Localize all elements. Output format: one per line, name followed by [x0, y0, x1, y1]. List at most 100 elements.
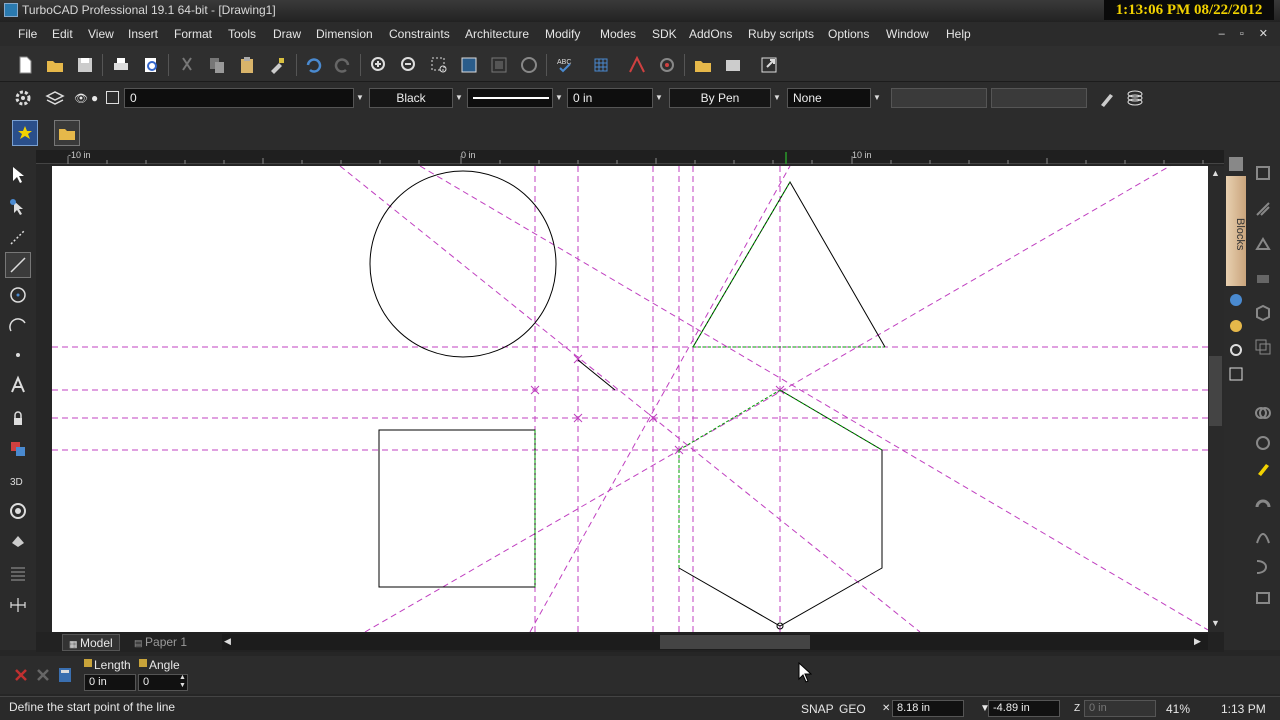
menu-draw[interactable]: Draw [273, 27, 301, 41]
horizontal-scroll-thumb[interactable] [660, 635, 810, 649]
tab-model[interactable]: ▦ Model [62, 634, 120, 651]
pen-select[interactable]: By Pen [669, 88, 771, 108]
line-width-select[interactable]: 0 in [567, 88, 653, 108]
cut-icon[interactable] [174, 52, 200, 78]
array-tool-icon[interactable] [5, 560, 31, 586]
right-tool-solid-icon[interactable] [1250, 584, 1276, 610]
menu-tools[interactable]: Tools [228, 27, 256, 41]
layer-manager-icon[interactable] [42, 85, 68, 111]
paste-icon[interactable] [234, 52, 260, 78]
zoom-window-icon[interactable] [426, 52, 452, 78]
menu-addons[interactable]: AddOns [689, 27, 732, 41]
panel-tool-icon-4[interactable] [1224, 364, 1248, 384]
menu-insert[interactable]: Insert [128, 27, 158, 41]
menu-ruby-scripts[interactable]: Ruby scripts [748, 27, 814, 41]
render-icon[interactable] [516, 52, 542, 78]
x-coordinate-field[interactable]: 8.18 in [892, 700, 964, 717]
right-tool-box-icon[interactable] [1250, 160, 1276, 186]
angle-spinner-icon[interactable]: ▲ ▼ [179, 674, 186, 690]
explorer-icon[interactable] [720, 52, 746, 78]
arc-tool-icon[interactable] [5, 312, 31, 338]
drawing-canvas[interactable] [52, 166, 1208, 632]
menu-help[interactable]: Help [946, 27, 971, 41]
design-director-icon[interactable] [690, 52, 716, 78]
export-icon[interactable] [756, 52, 782, 78]
spell-check-icon[interactable]: ABC [552, 52, 578, 78]
menu-window[interactable]: Window [886, 27, 929, 41]
vertical-scroll-thumb[interactable] [1209, 356, 1222, 426]
right-tool-slash-icon[interactable] [1250, 196, 1276, 222]
line-tool-icon[interactable] [5, 252, 31, 278]
save-icon[interactable] [72, 52, 98, 78]
right-tool-fillet-icon[interactable] [1250, 430, 1276, 456]
print-preview-icon[interactable] [138, 52, 164, 78]
orbit-tool-icon[interactable] [5, 498, 31, 524]
grid-icon[interactable] [588, 52, 614, 78]
calculator-icon[interactable] [52, 662, 78, 688]
length-input[interactable]: 0 in [84, 674, 136, 691]
menu-architecture[interactable]: Architecture [465, 27, 529, 41]
menu-options[interactable]: Options [828, 27, 869, 41]
brush-icon[interactable] [1094, 85, 1120, 111]
edit-tool-icon[interactable] [5, 194, 31, 220]
folder-tool-icon[interactable] [54, 120, 80, 146]
right-tool-boolean-icon[interactable] [1250, 400, 1276, 426]
geo-toggle[interactable]: GEO [839, 702, 866, 716]
blocks-tab[interactable]: Blocks [1226, 176, 1246, 286]
hatch-tool-icon[interactable] [5, 436, 31, 462]
line-style-dropdown-icon[interactable]: ▼ [553, 88, 565, 108]
properties-gear-icon[interactable] [10, 85, 36, 111]
right-tool-sweep-icon[interactable] [1250, 554, 1276, 580]
right-tool-pipe-icon[interactable] [1250, 490, 1276, 516]
fill-select[interactable]: None [787, 88, 871, 108]
right-tool-extrude-icon[interactable] [1250, 230, 1276, 256]
right-tool-shell-icon[interactable] [1250, 300, 1276, 326]
menu-constraints[interactable]: Constraints [389, 27, 450, 41]
3d-tool-icon[interactable]: 3D [5, 468, 31, 494]
lock-tool-icon[interactable] [5, 406, 31, 432]
menu-modes[interactable]: Modes [600, 27, 636, 41]
fill-dropdown-icon[interactable]: ▼ [871, 88, 883, 108]
color-select[interactable]: Black [369, 88, 453, 108]
menu-file[interactable]: File [18, 27, 37, 41]
y-coordinate-field[interactable]: -4.89 in [988, 700, 1060, 717]
length-lock-icon[interactable] [84, 659, 92, 667]
zoom-extents-icon[interactable] [456, 52, 482, 78]
print-icon[interactable] [108, 52, 134, 78]
menu-view[interactable]: View [88, 27, 114, 41]
menu-modify[interactable]: Modify [545, 27, 580, 41]
zoom-out-icon[interactable] [396, 52, 422, 78]
right-tool-layers-icon[interactable] [1250, 334, 1276, 360]
panel-tool-icon-2[interactable] [1224, 316, 1248, 336]
window-controls[interactable]: – ▫ ✕ [1219, 27, 1274, 40]
panel-tool-icon-3[interactable] [1224, 340, 1248, 360]
circle-tool-icon[interactable] [5, 282, 31, 308]
zoom-in-icon[interactable] [366, 52, 392, 78]
format-painter-icon[interactable] [264, 52, 290, 78]
snap-tangent-icon[interactable] [654, 52, 680, 78]
copy-icon[interactable] [204, 52, 230, 78]
modify-tool-icon[interactable] [5, 528, 31, 554]
pen-dropdown-icon[interactable]: ▼ [771, 88, 783, 108]
layer-lock-icon[interactable]: ● [91, 91, 98, 105]
select-arrow-icon[interactable] [5, 162, 31, 188]
point-tool-icon[interactable] [5, 342, 31, 368]
menu-format[interactable]: Format [174, 27, 212, 41]
tab-paper-1[interactable]: ▤ Paper 1 [128, 634, 193, 651]
menu-dimension[interactable]: Dimension [316, 27, 373, 41]
menu-sdk[interactable]: SDK [652, 27, 677, 41]
right-tool-revolve-icon[interactable] [1250, 264, 1276, 290]
scroll-up-icon[interactable]: ▲ [1211, 168, 1220, 178]
color-dropdown-icon[interactable]: ▼ [453, 88, 465, 108]
text-tool-icon[interactable] [5, 372, 31, 398]
scroll-left-icon[interactable]: ◀ [224, 636, 231, 647]
snap-toggle[interactable]: SNAP [801, 702, 834, 716]
dimension-tool-icon[interactable] [5, 592, 31, 618]
undo-icon[interactable] [300, 52, 326, 78]
zoom-all-icon[interactable] [486, 52, 512, 78]
layer-dropdown-icon[interactable]: ▼ [354, 88, 366, 108]
layer-select[interactable]: 0 [124, 88, 354, 108]
right-tool-highlight-icon[interactable] [1250, 456, 1276, 482]
snap-apex-icon[interactable] [624, 52, 650, 78]
panel-tool-icon-1[interactable] [1224, 290, 1248, 310]
